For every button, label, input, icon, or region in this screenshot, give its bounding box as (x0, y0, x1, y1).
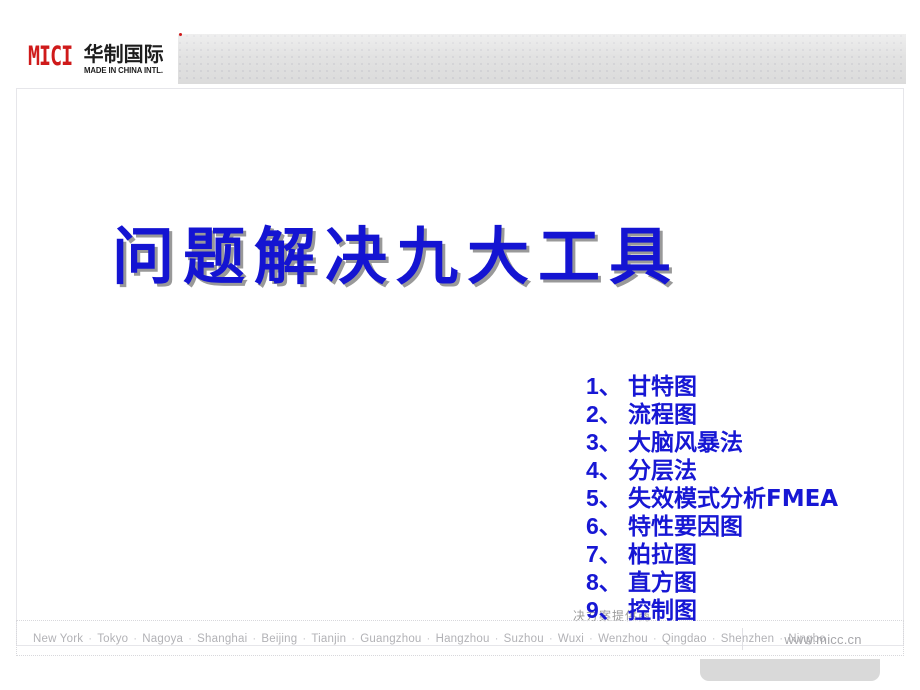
footer-city-separator: · (351, 633, 356, 645)
footer-city-name: Hangzhou (435, 633, 490, 645)
tool-item-number: 2、 (586, 401, 622, 427)
tool-item-label: 柏拉图 (628, 542, 697, 568)
tool-list-item: 9、 控制图 (586, 597, 916, 624)
footer-city-name: Wuxi (557, 633, 585, 645)
footer-bottom-tab (700, 659, 880, 681)
footer-city-name: Qingdao (661, 633, 707, 645)
footer-city-separator: · (252, 633, 257, 645)
company-logo: MICI 华制国际 MADE IN CHINA INTL. (14, 33, 182, 84)
tool-item-label: 分层法 (628, 458, 697, 484)
tool-item-label: 甘特图 (628, 374, 697, 400)
slide-header: MICI 华制国际 MADE IN CHINA INTL. (14, 33, 906, 84)
footer-city-name: Tianjin (311, 633, 347, 645)
logo-inner: MICI 华制国际 MADE IN CHINA INTL. (28, 33, 182, 75)
footer-city-separator: · (494, 633, 499, 645)
logo-chinese-name: 华制国际 (83, 41, 164, 66)
tool-list: 1、 甘特图 2、 流程图 3、 大脑风暴法 4、 分层法 5、 失效模式分析F… (586, 373, 916, 625)
footer-bar: New York · Tokyo · Nagoya · Shanghai · Beijing · T… (16, 620, 904, 656)
tool-list-item: 2、 流程图 (586, 401, 916, 428)
footer-city-name: Tokyo (97, 633, 129, 645)
footer-city-separator: · (133, 633, 138, 645)
tool-list-item: 8、 直方图 (586, 569, 916, 596)
footer-city-separator: · (652, 633, 657, 645)
footer-city-separator: · (589, 633, 594, 645)
slide-title: 问题解决九大工具 (112, 220, 681, 293)
footer-city-separator: · (302, 633, 307, 645)
tool-item-label: 特性要因图 (628, 514, 743, 540)
slide-canvas: MICI 华制国际 MADE IN CHINA INTL. 问题解决九大工具 1… (0, 0, 920, 690)
footer-city-name: New York (33, 633, 84, 645)
tool-item-label: 大脑风暴法 (628, 430, 743, 456)
footer-city-name: Shanghai (197, 633, 248, 645)
tool-item-label: 控制图 (628, 598, 697, 624)
footer-city-name: Wenzhou (598, 633, 648, 645)
tool-item-number: 5、 (586, 485, 622, 511)
footer-city-name: Suzhou (503, 633, 544, 645)
mici-wordmark-icon: MICI (28, 40, 73, 71)
tool-list-item: 5、 失效模式分析FMEA (586, 485, 916, 512)
tool-list-item: 6、 特性要因图 (586, 513, 916, 540)
header-decorative-bar (177, 34, 906, 84)
logo-registered-dot-icon (179, 33, 182, 36)
tool-list-item: 3、 大脑风暴法 (586, 429, 916, 456)
footer-city-separator: · (426, 633, 431, 645)
logo-text-block: 华制国际 MADE IN CHINA INTL. (83, 41, 165, 75)
tool-item-number: 9、 (586, 597, 622, 623)
tool-list-item: 7、 柏拉图 (586, 541, 916, 568)
header-bar-gradient (178, 34, 906, 84)
tool-item-number: 7、 (586, 541, 622, 567)
footer-city-name: Nagoya (142, 633, 184, 645)
footer-city-list: New York · Tokyo · Nagoya · Shanghai · Beijing · T… (33, 621, 826, 657)
footer-city-separator: · (711, 633, 716, 645)
footer-city-name: Beijing (261, 633, 298, 645)
footer-city-separator: · (188, 633, 193, 645)
tool-item-number: 6、 (586, 513, 622, 539)
tool-item-label: 直方图 (628, 570, 697, 596)
tool-item-number: 4、 (586, 457, 622, 483)
tool-item-label: 失效模式分析FMEA (628, 486, 839, 512)
logo-english-name: MADE IN CHINA INTL. (83, 65, 163, 75)
tool-item-number: 8、 (586, 569, 622, 595)
tool-item-number: 1、 (586, 373, 622, 399)
footer-city-name: Guangzhou (360, 633, 422, 645)
footer-city-separator: · (88, 633, 93, 645)
tool-list-item: 1、 甘特图 (586, 373, 916, 400)
tool-list-item: 4、 分层法 (586, 457, 916, 484)
tool-item-label: 流程图 (628, 402, 697, 428)
footer-website-url[interactable]: www.micc.cn (743, 621, 903, 657)
footer-city-separator: · (548, 633, 553, 645)
tool-item-number: 3、 (586, 429, 622, 455)
